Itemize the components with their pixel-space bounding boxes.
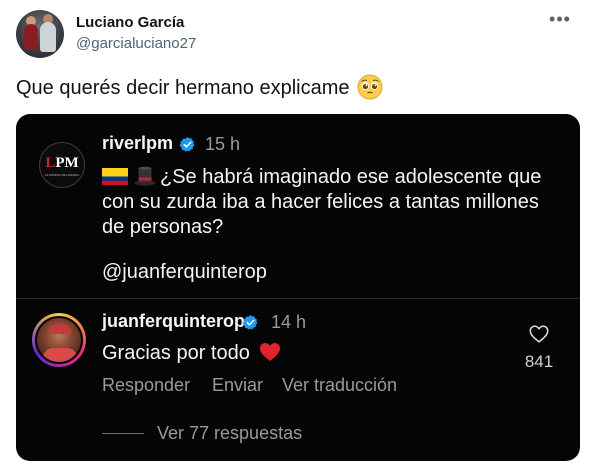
replies-divider-line — [102, 433, 144, 434]
verified-badge-icon — [242, 314, 259, 334]
comment-username[interactable]: juanferquinterop — [102, 311, 245, 332]
juanferquinterop-avatar[interactable] — [32, 313, 86, 367]
post-time: 15 h — [205, 134, 241, 154]
view-replies-link[interactable]: Ver 77 respuestas — [157, 423, 302, 444]
post-username[interactable]: riverlpm — [102, 133, 173, 154]
avatar-logo-text: LPM — [45, 155, 79, 171]
top-hat-icon — [134, 166, 156, 186]
author-avatar[interactable] — [16, 10, 64, 58]
reply-button[interactable]: Responder — [102, 375, 190, 396]
translate-button[interactable]: Ver traducción — [282, 375, 397, 396]
embedded-screenshot[interactable]: LPM LA PÁGINA MILLONARIA riverlpm 15 h ¿… — [16, 114, 580, 461]
divider — [16, 298, 580, 299]
heart-outline-icon[interactable] — [528, 323, 550, 345]
comment-text-content: Gracias por todo — [102, 342, 250, 364]
post-caption: ¿Se habrá imaginado ese adolescente que … — [102, 165, 542, 240]
riverlpm-avatar[interactable]: LPM LA PÁGINA MILLONARIA — [39, 142, 85, 188]
tweet-header: Luciano García @garcialuciano27 ••• — [16, 10, 576, 60]
send-button[interactable]: Enviar — [212, 375, 263, 396]
comment-time: 14 h — [271, 312, 307, 332]
post-caption-text: ¿Se habrá imaginado ese adolescente que … — [102, 166, 542, 238]
like-count: 841 — [524, 352, 554, 371]
author-display-name[interactable]: Luciano García — [76, 14, 184, 31]
comment-text: Gracias por todo — [102, 342, 281, 365]
colombia-flag-icon — [102, 168, 128, 185]
tweet-text-content: Que querés decir hermano explicame — [16, 77, 350, 99]
verified-badge-icon — [179, 136, 196, 156]
avatar-logo-subtext: LA PÁGINA MILLONARIA — [44, 173, 80, 177]
tweet-text: Que querés decir hermano explicame — [16, 74, 383, 100]
post-mention-link[interactable]: @juanferquinterop — [102, 261, 267, 284]
ellipsis-icon[interactable]: ••• — [546, 10, 574, 34]
red-heart-icon — [260, 343, 281, 361]
author-handle[interactable]: @garcialuciano27 — [76, 35, 196, 52]
pleading-face-icon — [357, 74, 383, 100]
